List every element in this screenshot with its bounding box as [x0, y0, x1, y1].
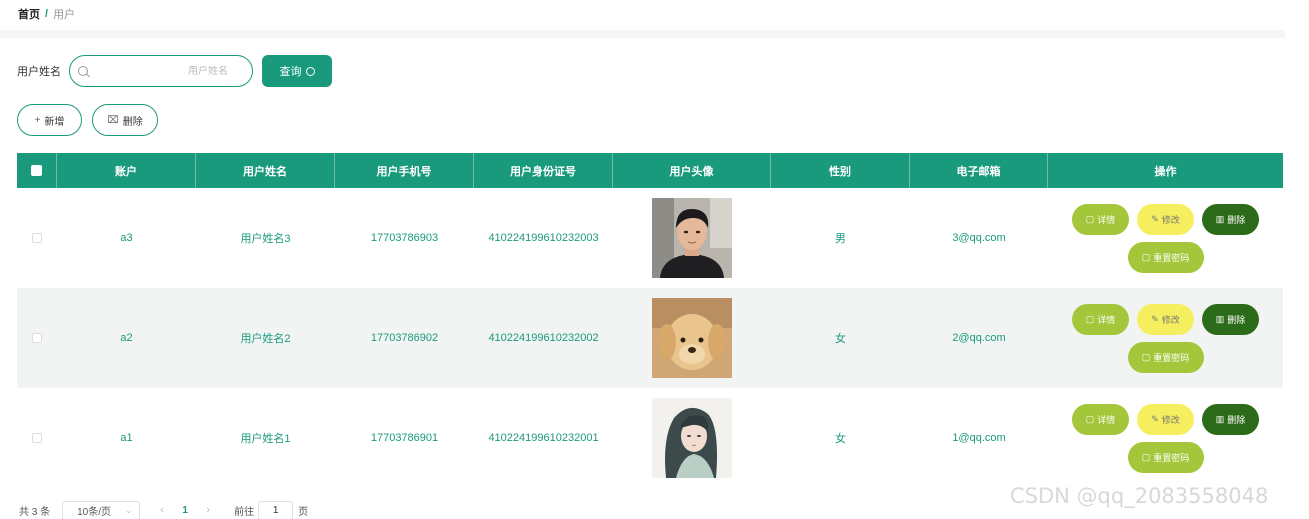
search-icon	[78, 66, 88, 76]
cell-name: 用户姓名3	[240, 233, 291, 245]
delete-button[interactable]: ▥ 删除	[1202, 403, 1259, 435]
next-page-button[interactable]: ›	[200, 504, 216, 516]
breadcrumb: 首页 / 用户	[18, 6, 75, 22]
breadcrumb-home[interactable]: 首页	[18, 6, 40, 22]
cell-account: a2	[120, 332, 133, 344]
avatar-young-man[interactable]	[652, 198, 732, 278]
search-bar: 用户姓名 查询	[17, 55, 332, 87]
table-row: a1 用户姓名1 17703786901 410224199610232001 …	[17, 388, 1283, 488]
table-header: 账户 用户姓名 用户手机号 用户身份证号 用户头像 性别 电子邮箱 操作	[17, 153, 1283, 188]
search-icon	[305, 66, 315, 76]
watermark: CSDN @qq_2083558048	[1010, 484, 1269, 508]
reset-password-button[interactable]: ▢ 重置密码	[1127, 341, 1204, 373]
add-button-label: 新增	[44, 116, 65, 128]
prev-page-button[interactable]: ‹	[154, 504, 170, 516]
batch-delete-button[interactable]: ⌧ 删除	[92, 104, 158, 136]
document-icon: ▢	[1085, 413, 1095, 424]
cell-gender: 女	[835, 333, 846, 345]
detail-button[interactable]: ▢ 详情	[1072, 303, 1129, 335]
cell-account: a1	[120, 432, 133, 444]
edit-button[interactable]: ✎ 修改	[1137, 203, 1194, 235]
detail-button[interactable]: ▢ 详情	[1072, 403, 1129, 435]
page-size-value: 10条/页	[77, 506, 112, 518]
cell-name: 用户姓名1	[240, 433, 291, 445]
cell-id-number: 410224199610232003	[488, 232, 599, 244]
row-checkbox[interactable]	[32, 233, 42, 243]
cell-id-number: 410224199610232001	[488, 432, 599, 444]
document-icon: ▢	[1085, 313, 1095, 324]
goto-page-input[interactable]	[258, 500, 294, 519]
detail-button[interactable]: ▢ 详情	[1072, 203, 1129, 235]
breadcrumb-separator: /	[45, 8, 49, 20]
column-header: 性别	[771, 153, 910, 188]
delete-button[interactable]: ▥ 删除	[1202, 203, 1259, 235]
table-row: a3 用户姓名3 17703786903 410224199610232003 …	[17, 188, 1283, 288]
query-button-label: 查询	[279, 66, 302, 78]
document-icon: ▢	[1085, 213, 1095, 224]
document-icon: ▢	[1141, 351, 1151, 362]
query-button[interactable]: 查询	[262, 55, 332, 87]
top-divider	[0, 30, 1285, 38]
cell-email: 1@qq.com	[952, 432, 1006, 444]
user-table: 账户 用户姓名 用户手机号 用户身份证号 用户头像 性别 电子邮箱 操作 a3 …	[17, 153, 1283, 488]
batch-delete-label: 删除	[122, 116, 143, 128]
search-field[interactable]	[69, 55, 253, 87]
column-header: 用户姓名	[196, 153, 335, 188]
add-button[interactable]: + 新增	[17, 104, 82, 136]
edit-button[interactable]: ✎ 修改	[1137, 403, 1194, 435]
column-header: 账户	[57, 153, 196, 188]
chevron-down-icon: ⌄	[125, 505, 133, 515]
column-header: 操作	[1154, 165, 1177, 178]
page-size-select[interactable]: 10条/页 ⌄	[62, 500, 141, 519]
table-row: a2 用户姓名2 17703786902 410224199610232002 …	[17, 288, 1283, 388]
row-checkbox[interactable]	[32, 433, 42, 443]
row-actions: ▢ 详情 ✎ 修改 ▥ 删除 ▢ 重置密码	[1072, 403, 1259, 473]
search-input[interactable]	[148, 65, 228, 77]
header-select-all[interactable]	[17, 153, 57, 188]
avatar-illustrated-girl[interactable]	[652, 398, 732, 478]
pagination: 共 3 条 10条/页 ⌄ ‹ 1 › 前往 页	[19, 500, 308, 519]
trash-icon: ⌧	[107, 114, 119, 126]
reset-password-button[interactable]: ▢ 重置密码	[1127, 241, 1204, 273]
cell-phone: 17703786901	[370, 432, 439, 444]
trash-icon: ▥	[1215, 213, 1225, 224]
row-actions: ▢ 详情 ✎ 修改 ▥ 删除 ▢ 重置密码	[1072, 203, 1259, 273]
trash-icon: ▥	[1215, 413, 1225, 424]
breadcrumb-current: 用户	[53, 9, 76, 21]
row-checkbox[interactable]	[32, 333, 42, 343]
page-number[interactable]: 1	[170, 505, 200, 516]
cell-name: 用户姓名2	[240, 333, 291, 345]
select-all-checkbox[interactable]	[31, 165, 42, 176]
pencil-icon: ✎	[1151, 213, 1159, 224]
reset-password-button[interactable]: ▢ 重置密码	[1127, 441, 1204, 473]
column-header: 用户身份证号	[474, 153, 613, 188]
pencil-icon: ✎	[1151, 313, 1159, 324]
goto-label: 前往	[234, 506, 255, 518]
page-unit-label: 页	[298, 506, 309, 518]
edit-button[interactable]: ✎ 修改	[1137, 303, 1194, 335]
cell-email: 2@qq.com	[952, 332, 1006, 344]
cell-gender: 女	[835, 433, 846, 445]
row-actions: ▢ 详情 ✎ 修改 ▥ 删除 ▢ 重置密码	[1072, 303, 1259, 373]
trash-icon: ▥	[1215, 313, 1225, 324]
cell-email: 3@qq.com	[952, 232, 1006, 244]
cell-gender: 男	[835, 233, 846, 245]
pagination-total: 共 3 条	[19, 506, 51, 518]
cell-phone: 17703786903	[370, 232, 439, 244]
avatar-puppy[interactable]	[652, 298, 732, 378]
action-toolbar: + 新增 ⌧ 删除	[17, 104, 158, 136]
column-header: 用户手机号	[335, 153, 474, 188]
cell-phone: 17703786902	[370, 332, 439, 344]
delete-button[interactable]: ▥ 删除	[1202, 303, 1259, 335]
cell-id-number: 410224199610232002	[488, 332, 599, 344]
column-header: 电子邮箱	[910, 153, 1048, 188]
cell-account: a3	[120, 232, 133, 244]
search-label: 用户姓名	[17, 66, 61, 78]
document-icon: ▢	[1141, 451, 1151, 462]
pencil-icon: ✎	[1151, 413, 1159, 424]
plus-icon: +	[34, 114, 41, 126]
column-header: 用户头像	[613, 153, 771, 188]
document-icon: ▢	[1141, 251, 1151, 262]
